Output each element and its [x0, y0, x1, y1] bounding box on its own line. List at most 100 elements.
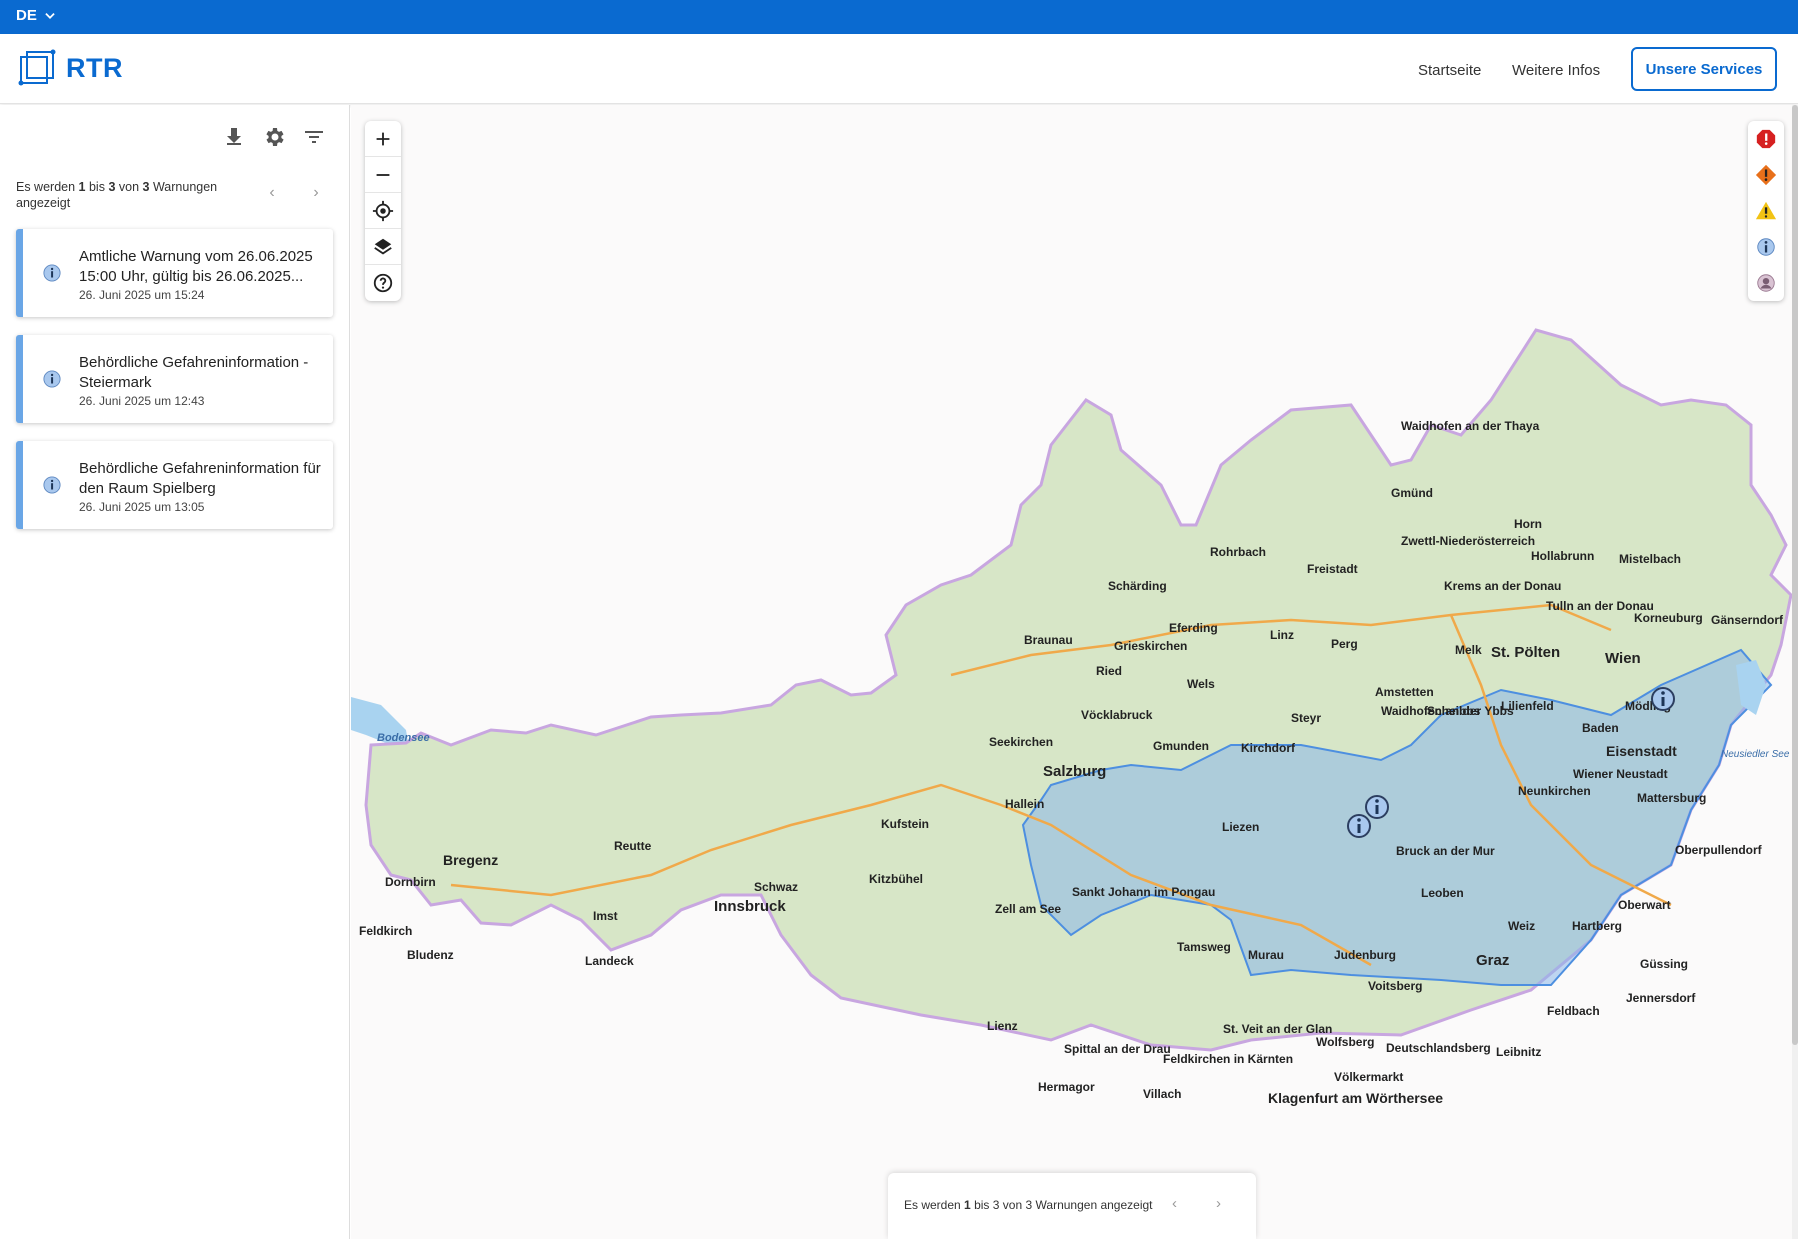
zoom-in-button[interactable]	[365, 121, 401, 157]
map-label: Gmunden	[1153, 739, 1209, 753]
locate-button[interactable]	[365, 193, 401, 229]
warning-date: 26. Juni 2025 um 12:43	[79, 394, 205, 408]
crosshair-icon	[372, 200, 394, 221]
map-label: Kufstein	[881, 817, 929, 831]
pager-prefix: Es werden	[904, 1198, 961, 1212]
map-label: Innsbruck	[714, 898, 786, 915]
pager-total: 3	[142, 180, 150, 194]
map-label: Wels	[1187, 677, 1215, 691]
map-label: Lilienfeld	[1501, 699, 1554, 713]
chevron-down-icon	[45, 12, 55, 19]
next-page-button[interactable]: ›	[308, 185, 324, 201]
map-label: Gmünd	[1391, 486, 1433, 500]
map-label: Perg	[1331, 637, 1358, 651]
map-label: Zwettl-Niederösterreich	[1401, 534, 1535, 548]
warning-card[interactable]: Behördliche Gefahreninformation für den …	[16, 441, 333, 529]
layers-button[interactable]	[365, 229, 401, 265]
logo-icon	[18, 49, 56, 86]
lake-label: Bodensee	[377, 732, 430, 744]
legend-warning[interactable]	[1748, 157, 1784, 193]
help-icon	[373, 273, 393, 293]
user-icon	[1757, 274, 1775, 292]
filter-icon	[305, 131, 323, 143]
map-label: Horn	[1514, 517, 1542, 531]
map-area[interactable]: Waidhofen an der Thaya Gmünd Zwettl-Nied…	[351, 105, 1798, 1239]
nav-more-info[interactable]: Weitere Infos	[1512, 62, 1600, 79]
map-label: Leoben	[1421, 886, 1464, 900]
top-bar: DE	[0, 0, 1798, 34]
map-label: Weiz	[1508, 919, 1535, 933]
map-label: Imst	[593, 909, 618, 923]
bottom-previous-button[interactable]: ‹	[1172, 1195, 1177, 1212]
download-button[interactable]	[222, 125, 246, 149]
pager-from: 1	[964, 1198, 971, 1212]
bottom-pager: Es werden 1 bis 3 von 3 Warnungen angeze…	[888, 1173, 1256, 1239]
info-marker[interactable]	[1365, 795, 1389, 819]
map-label: Lienz	[987, 1019, 1018, 1033]
warning-title: Behördliche Gefahreninformation für den …	[79, 460, 321, 497]
legend-info[interactable]	[1748, 229, 1784, 265]
warnings-sidebar: Es werden 1 bis 3 von 3 Warnungen angeze…	[0, 105, 350, 1239]
scrollbar-thumb[interactable]	[1792, 105, 1798, 1045]
map-label: Linz	[1270, 628, 1294, 642]
map-label: Baden	[1582, 721, 1619, 735]
services-button[interactable]: Unsere Services	[1631, 47, 1777, 91]
legend-caution[interactable]	[1748, 193, 1784, 229]
download-icon	[227, 128, 241, 145]
map-label: Oberpullendorf	[1675, 843, 1763, 857]
map-label: Liezen	[1222, 820, 1259, 834]
filter-button[interactable]	[302, 125, 326, 149]
language-selector[interactable]: DE	[16, 7, 57, 24]
map-label: Reutte	[614, 839, 652, 853]
info-marker[interactable]	[1347, 814, 1371, 838]
info-marker[interactable]	[1651, 687, 1675, 711]
legend-user[interactable]	[1748, 265, 1784, 301]
map-label: Neunkirchen	[1518, 784, 1591, 798]
help-button[interactable]	[365, 265, 401, 301]
map-controls	[365, 121, 401, 301]
pager-to-word: bis	[88, 180, 105, 194]
map-label: Wien	[1605, 650, 1641, 667]
map-label: Bludenz	[407, 948, 454, 962]
logo[interactable]: RTR	[18, 49, 123, 87]
map-label: Ried	[1096, 664, 1122, 678]
info-icon	[43, 264, 61, 282]
map-label: Villach	[1143, 1087, 1181, 1101]
map-label: Bregenz	[443, 852, 498, 868]
sidebar-pager-text: Es werden 1 bis 3 von 3 Warnungen angeze…	[16, 179, 236, 211]
bottom-next-button[interactable]: ›	[1216, 1195, 1221, 1212]
settings-button[interactable]	[262, 125, 286, 149]
scrollbar[interactable]	[1792, 105, 1798, 1239]
legend-severe[interactable]	[1748, 121, 1784, 157]
pager-prefix: Es werden	[16, 180, 76, 194]
map-label: Eisenstadt	[1606, 743, 1677, 759]
map-label: Hermagor	[1038, 1080, 1095, 1094]
map-label: Landeck	[585, 954, 634, 968]
map-label: St. Pölten	[1491, 644, 1560, 661]
map-label: St. Veit an der Glan	[1223, 1022, 1332, 1036]
warning-card[interactable]: Amtliche Warnung vom 26.06.2025 15:00 Uh…	[16, 229, 333, 317]
header: RTR Startseite Weitere Infos Unsere Serv…	[0, 34, 1798, 104]
map-label: Deutschlandsberg	[1386, 1041, 1491, 1055]
map-label: Zell am See	[995, 902, 1061, 916]
layers-icon	[374, 238, 392, 255]
logo-text: RTR	[66, 52, 123, 83]
previous-page-button[interactable]: ‹	[264, 185, 280, 201]
map-label: Leibnitz	[1496, 1045, 1541, 1059]
zoom-out-button[interactable]	[365, 157, 401, 193]
warning-card[interactable]: Behördliche Gefahreninformation - Steier…	[16, 335, 333, 423]
pager-of-word: von	[118, 180, 140, 194]
austria-map[interactable]: Waidhofen an der Thaya Gmünd Zwettl-Nied…	[351, 105, 1798, 1239]
map-label: Voitsberg	[1368, 979, 1422, 993]
map-label: Feldkirch	[359, 924, 412, 938]
map-label: Hallein	[1005, 797, 1044, 811]
nav-home[interactable]: Startseite	[1418, 62, 1481, 79]
map-label: Güssing	[1640, 957, 1688, 971]
pager-to: 3	[992, 1198, 1000, 1212]
pager-of-word: von	[1002, 1198, 1023, 1212]
map-label: Vöcklabruck	[1081, 708, 1153, 722]
map-label: Melk	[1455, 643, 1482, 657]
map-label: Feldbach	[1547, 1004, 1600, 1018]
info-icon	[43, 370, 61, 388]
map-label: Hollabrunn	[1531, 549, 1594, 563]
